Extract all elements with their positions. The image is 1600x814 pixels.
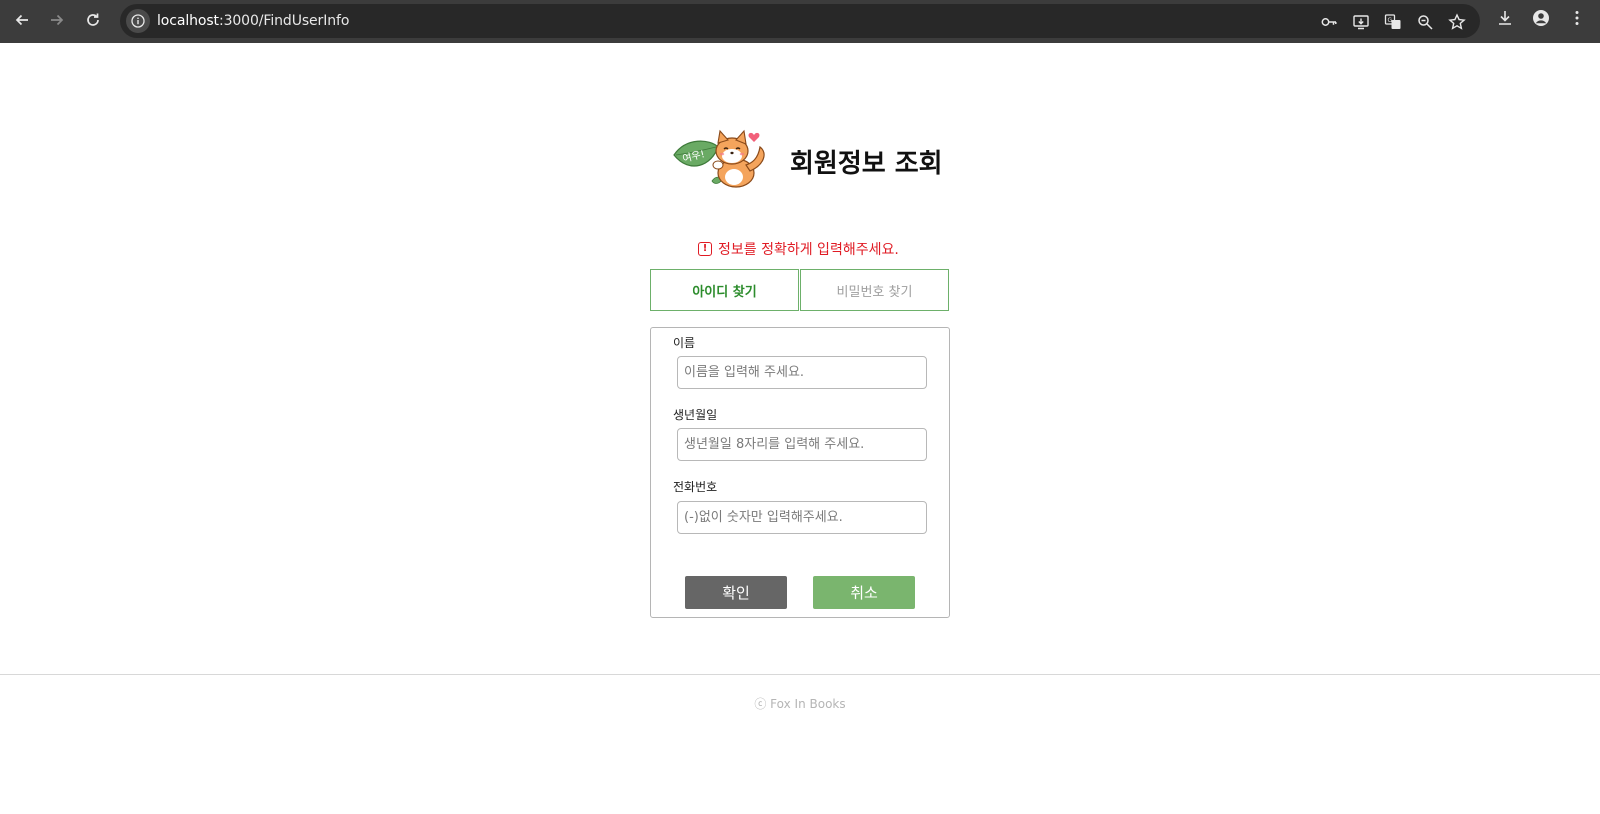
profile-icon[interactable] [1530,7,1552,29]
download-icon[interactable] [1494,7,1516,29]
reload-icon[interactable] [79,6,107,34]
site-info-icon[interactable] [126,9,150,33]
tab-group: 아이디 찾기 비밀번호 찾기 [650,269,950,311]
install-app-icon[interactable] [1350,11,1372,33]
bookmark-star-icon[interactable] [1446,11,1468,33]
alert-icon: ! [698,242,712,256]
phone-input[interactable] [677,501,927,534]
forward-icon[interactable] [43,6,71,34]
page-header: 여우! 회원정보 조회 [0,125,1600,195]
error-alert: ! 정보를 정확하게 입력해주세요. [698,239,899,259]
url-host: localhost [157,13,219,29]
svg-text:G: G [1388,17,1393,24]
alert-message: 정보를 정확하게 입력해주세요. [718,242,899,258]
footer-divider [0,674,1600,675]
cancel-button[interactable]: 취소 [813,576,915,609]
back-icon[interactable] [8,6,36,34]
find-id-form: 이름 생년월일 전화번호 확인 취소 [650,327,950,618]
page-title: 회원정보 조회 [790,149,943,179]
url-path: :3000/FindUserInfo [218,13,350,29]
browser-toolbar: localhost:3000/FindUserInfo G [0,0,1600,43]
footer-copyright: ⓒ Fox In Books [754,697,846,711]
url-text: localhost:3000/FindUserInfo [157,13,349,29]
translate-icon[interactable]: G [1382,11,1404,33]
password-key-icon[interactable] [1318,11,1340,33]
tab-find-password[interactable]: 비밀번호 찾기 [800,269,949,311]
name-input[interactable] [677,356,927,389]
address-bar[interactable]: localhost:3000/FindUserInfo G [120,4,1480,38]
fox-logo: 여우! [672,125,770,193]
tab-find-id[interactable]: 아이디 찾기 [650,269,799,311]
confirm-button[interactable]: 확인 [685,576,787,609]
birth-input[interactable] [677,428,927,461]
phone-label: 전화번호 [673,480,718,494]
name-label: 이름 [673,336,696,350]
zoom-icon[interactable] [1414,11,1436,33]
birth-label: 생년월일 [673,408,718,422]
menu-icon[interactable] [1566,7,1588,29]
